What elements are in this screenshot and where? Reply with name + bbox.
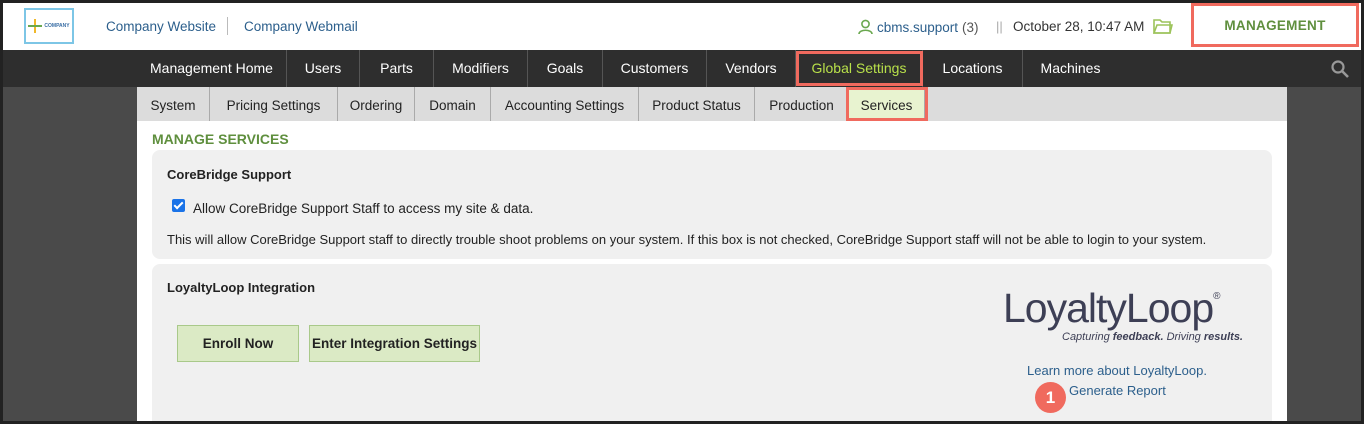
nav-item-locations[interactable]: Locations — [923, 50, 1023, 87]
sub-nav: System Pricing Settings Ordering Domain … — [137, 87, 1287, 121]
current-datetime: October 28, 10:47 AM — [1013, 19, 1145, 34]
nav-item-goals[interactable]: Goals — [528, 50, 603, 87]
user-count: (3) — [962, 19, 979, 35]
user-icon — [858, 19, 873, 35]
loyaltyloop-tagline: Capturing feedback. Driving results. — [1062, 331, 1243, 343]
loyaltyloop-logo-text: LoyaltyLoop — [1003, 285, 1214, 331]
step-badge: 1 — [1035, 382, 1066, 413]
integration-settings-button[interactable]: Enter Integration Settings — [309, 325, 480, 362]
header-divider — [227, 17, 228, 35]
tab-product-status[interactable]: Product Status — [639, 87, 755, 121]
tab-pricing-settings[interactable]: Pricing Settings — [210, 87, 338, 121]
top-bar: COMPANY Company Website Company Webmail … — [3, 3, 1361, 50]
enroll-now-button[interactable]: Enroll Now — [177, 325, 299, 362]
global-settings-highlight — [796, 51, 923, 86]
logo-star-icon — [28, 19, 43, 33]
logo-text: COMPANY — [44, 23, 70, 29]
support-description: This will allow CoreBridge Support staff… — [167, 232, 1207, 247]
generate-report-link[interactable]: Generate Report — [1069, 383, 1166, 398]
user-menu[interactable]: cbms.support (3) — [858, 19, 979, 35]
nav-item-modifiers[interactable]: Modifiers — [434, 50, 528, 87]
company-logo[interactable]: COMPANY — [24, 8, 74, 44]
tab-ordering[interactable]: Ordering — [338, 87, 415, 121]
support-access-checkbox[interactable] — [172, 199, 185, 212]
search-icon[interactable] — [1331, 60, 1349, 78]
learn-more-link[interactable]: Learn more about LoyaltyLoop. — [1027, 363, 1207, 378]
nav-item-users[interactable]: Users — [287, 50, 360, 87]
company-webmail-link[interactable]: Company Webmail — [244, 19, 358, 34]
nav-item-vendors[interactable]: Vendors — [707, 50, 796, 87]
tagline-part-4: results. — [1203, 331, 1243, 343]
tab-system[interactable]: System — [137, 87, 210, 121]
loyaltyloop-panel-title: LoyaltyLoop Integration — [167, 280, 316, 295]
tagline-part-1: Capturing — [1062, 331, 1113, 343]
main-nav: Management Home Users Parts Modifiers Go… — [3, 50, 1361, 87]
company-website-link[interactable]: Company Website — [106, 19, 216, 34]
nav-item-customers[interactable]: Customers — [603, 50, 707, 87]
user-name: cbms.support — [877, 19, 959, 35]
nav-item-parts[interactable]: Parts — [360, 50, 434, 87]
folder-icon[interactable] — [1153, 17, 1173, 35]
tagline-part-2: feedback. — [1112, 331, 1164, 343]
tab-domain[interactable]: Domain — [415, 87, 491, 121]
loyaltyloop-logo: LoyaltyLoop® — [1003, 285, 1221, 332]
page-frame: COMPANY Company Website Company Webmail … — [0, 0, 1364, 424]
tab-accounting-settings[interactable]: Accounting Settings — [491, 87, 639, 121]
page-title: MANAGE SERVICES — [152, 131, 289, 147]
header-separator: || — [996, 19, 1003, 34]
loyaltyloop-logo-reg: ® — [1213, 291, 1220, 302]
nav-item-machines[interactable]: Machines — [1023, 50, 1118, 87]
tab-production[interactable]: Production — [755, 87, 849, 121]
tagline-part-3: Driving — [1163, 331, 1204, 343]
support-access-label[interactable]: Allow CoreBridge Support Staff to access… — [193, 201, 533, 216]
management-button[interactable]: MANAGEMENT — [1191, 3, 1359, 47]
support-panel-title: CoreBridge Support — [167, 167, 292, 182]
services-tab-highlight — [846, 87, 928, 121]
nav-item-management-home[interactable]: Management Home — [137, 50, 287, 87]
